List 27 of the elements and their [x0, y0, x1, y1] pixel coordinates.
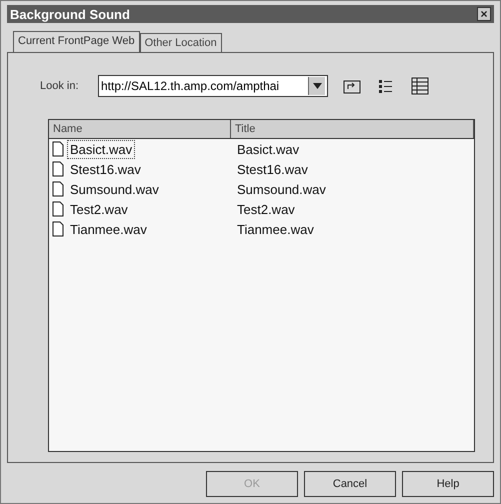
file-name[interactable]: Tianmee.wav [67, 220, 150, 238]
look-in-dropdown[interactable]: http://SAL12.th.amp.com/ampthai [98, 75, 328, 97]
file-icon [52, 181, 64, 197]
caret-icon [312, 83, 322, 89]
file-name[interactable]: Basict.wav [67, 140, 136, 158]
tab[interactable]: Other Location [140, 33, 222, 52]
column-header[interactable]: Name [49, 120, 231, 138]
column-header[interactable]: Title [231, 120, 474, 138]
file-title: Tianmee.wav [236, 222, 314, 236]
window-title: Background Sound [10, 6, 130, 22]
tab[interactable]: Current FrontPage Web [13, 31, 140, 52]
details-view-icon[interactable] [410, 76, 430, 96]
file-title: Stest16.wav [236, 162, 308, 176]
file-icon [52, 141, 64, 157]
file-icon [52, 201, 64, 217]
file-title: Test2.wav [236, 202, 295, 216]
file-title: Basict.wav [236, 142, 300, 156]
file-name[interactable]: Stest16.wav [67, 160, 144, 178]
file-name[interactable]: Sumsound.wav [67, 180, 162, 198]
look-in-label: Look in: [40, 80, 80, 92]
file-icon [52, 161, 64, 177]
dialog-button[interactable]: Cancel [304, 471, 396, 497]
file-name[interactable]: Test2.wav [67, 200, 131, 218]
close-button[interactable]: × [477, 7, 491, 21]
dialog-button[interactable]: Help [402, 471, 494, 497]
file-icon [52, 221, 64, 237]
file-title: Sumsound.wav [236, 182, 326, 196]
